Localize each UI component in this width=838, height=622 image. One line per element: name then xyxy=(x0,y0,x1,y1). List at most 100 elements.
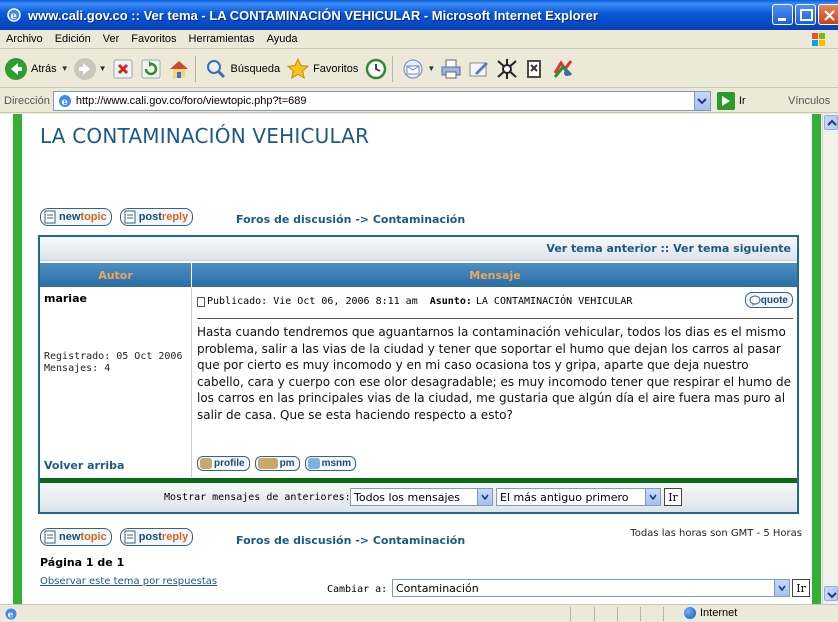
column-header-author: Autor xyxy=(40,263,192,287)
status-divider xyxy=(663,607,664,621)
address-input[interactable] xyxy=(75,94,676,107)
stop-button[interactable] xyxy=(111,57,135,81)
new-topic-label-a: new xyxy=(59,531,81,543)
discuss-icon xyxy=(497,58,517,79)
menu-bar: Archivo Edición Ver Favoritos Herramient… xyxy=(0,30,838,49)
post-reply-icon xyxy=(124,530,136,544)
status-bar: e Internet xyxy=(0,604,838,622)
security-zone: Internet xyxy=(684,607,737,619)
messenger-button[interactable] xyxy=(551,57,575,81)
page-right-border xyxy=(812,114,821,604)
jump-to-select[interactable]: Contaminación xyxy=(392,579,790,597)
discuss-button[interactable] xyxy=(495,57,519,81)
jump-to-value: Contaminación xyxy=(396,581,479,595)
home-button[interactable] xyxy=(167,57,191,81)
chevron-down-icon xyxy=(481,494,489,500)
new-topic-button-bottom[interactable]: new topic xyxy=(40,528,112,546)
profile-label: profile xyxy=(214,458,245,469)
forward-dropdown-icon[interactable]: ▼ xyxy=(99,64,107,73)
menu-edicion[interactable]: Edición xyxy=(49,33,97,45)
post-reply-label-a: post xyxy=(138,531,162,543)
mail-dropdown-icon[interactable]: ▼ xyxy=(427,64,435,73)
prev-topic-link[interactable]: Ver tema anterior xyxy=(546,242,656,255)
address-dropdown-button[interactable] xyxy=(693,91,710,110)
quote-button[interactable]: quote xyxy=(744,292,793,308)
status-divider xyxy=(617,607,618,621)
edit-button[interactable] xyxy=(467,57,491,81)
go-label: Ir xyxy=(738,94,746,107)
scroll-up-button[interactable] xyxy=(824,115,838,130)
msnm-icon xyxy=(307,458,320,469)
new-topic-icon xyxy=(44,210,56,224)
pm-icon xyxy=(257,458,278,469)
minimize-button[interactable] xyxy=(772,4,793,25)
page-viewport: LA CONTAMINACIÓN VEHICULAR new topic post… xyxy=(0,114,822,604)
jump-to-dropdown-button[interactable] xyxy=(774,580,789,596)
close-button[interactable] xyxy=(818,4,838,25)
filter-go-button[interactable]: Ir xyxy=(664,488,682,506)
address-field[interactable]: e xyxy=(52,90,711,111)
home-icon xyxy=(169,60,188,78)
post-reply-label-a: post xyxy=(138,211,162,223)
forward-button[interactable]: ▼ xyxy=(73,57,107,81)
breadcrumb[interactable]: Foros de discusión -> Contaminación xyxy=(236,213,465,226)
back-dropdown-icon[interactable]: ▼ xyxy=(61,64,69,73)
refresh-button[interactable] xyxy=(139,57,163,81)
edit-icon xyxy=(469,61,489,76)
print-button[interactable] xyxy=(439,57,463,81)
links-toolbar-label[interactable]: Vínculos xyxy=(788,95,830,107)
favorites-label: Favoritos xyxy=(313,62,359,75)
breadcrumb-bottom[interactable]: Foros de discusión -> Contaminación xyxy=(236,534,465,547)
scroll-down-button[interactable] xyxy=(824,586,838,601)
status-divider xyxy=(570,607,571,621)
post-header: Publicado: Vie Oct 06, 2006 8:11 am Asun… xyxy=(197,296,793,307)
vertical-scrollbar[interactable] xyxy=(822,114,838,604)
menu-herramientas[interactable]: Herramientas xyxy=(183,33,261,45)
back-button[interactable]: Atrás ▼ xyxy=(4,57,69,81)
print-icon xyxy=(441,59,461,78)
author-registered: Registrado: 05 Oct 2006 xyxy=(44,351,183,362)
msnm-button[interactable]: msnm xyxy=(304,456,357,471)
watch-topic-link[interactable]: Observar este tema por respuestas xyxy=(40,576,217,587)
window-title-bar[interactable]: e www.cali.gov.co :: Ver tema - LA CONTA… xyxy=(0,0,838,30)
topic-title[interactable]: LA CONTAMINACIÓN VEHICULAR xyxy=(40,124,369,148)
order-dropdown-button[interactable] xyxy=(645,489,660,505)
post-user-buttons: profile pm msnm xyxy=(197,456,357,471)
pm-button[interactable]: pm xyxy=(254,456,300,471)
back-label: Atrás xyxy=(31,62,57,75)
order-select[interactable]: El más antiguo primero xyxy=(496,488,661,506)
post-reply-button-bottom[interactable]: post reply xyxy=(119,528,194,546)
maximize-button[interactable] xyxy=(795,4,816,25)
research-button[interactable] xyxy=(523,57,547,81)
mail-button[interactable]: ▼ xyxy=(401,57,435,81)
globe-icon xyxy=(684,607,696,619)
search-icon xyxy=(206,59,225,78)
bottom-action-buttons: new topic post reply xyxy=(40,528,194,546)
menu-favoritos[interactable]: Favoritos xyxy=(125,33,182,45)
history-button[interactable] xyxy=(364,57,388,81)
post-reply-button[interactable]: post reply xyxy=(119,208,194,226)
new-topic-button[interactable]: new topic xyxy=(40,208,112,226)
next-topic-link[interactable]: Ver tema siguiente xyxy=(673,242,791,255)
menu-ver[interactable]: Ver xyxy=(97,33,126,45)
close-icon xyxy=(824,10,835,21)
stop-icon xyxy=(113,59,133,78)
period-dropdown-button[interactable] xyxy=(477,489,492,505)
messenger-icon xyxy=(553,59,573,78)
menu-archivo[interactable]: Archivo xyxy=(0,33,49,45)
period-select[interactable]: Todos los mensajes xyxy=(350,488,493,506)
forum-table: Ver tema anterior :: Ver tema siguiente … xyxy=(38,235,799,514)
jump-go-button[interactable]: Ir xyxy=(792,579,810,597)
pm-label: pm xyxy=(279,458,295,469)
menu-ayuda[interactable]: Ayuda xyxy=(261,33,304,45)
search-button[interactable]: Búsqueda xyxy=(204,57,283,81)
profile-button[interactable]: profile xyxy=(197,456,250,471)
favorites-button[interactable]: Favoritos xyxy=(286,57,360,81)
filter-label: Mostrar mensajes de anteriores: xyxy=(164,492,351,503)
topic-nav: Ver tema anterior :: Ver tema siguiente xyxy=(546,242,791,255)
new-topic-icon xyxy=(44,530,56,544)
go-button[interactable]: Ir xyxy=(716,91,746,110)
back-to-top-link[interactable]: Volver arriba xyxy=(44,459,124,472)
page-left-border xyxy=(13,114,22,604)
svg-text:e: e xyxy=(8,611,14,621)
